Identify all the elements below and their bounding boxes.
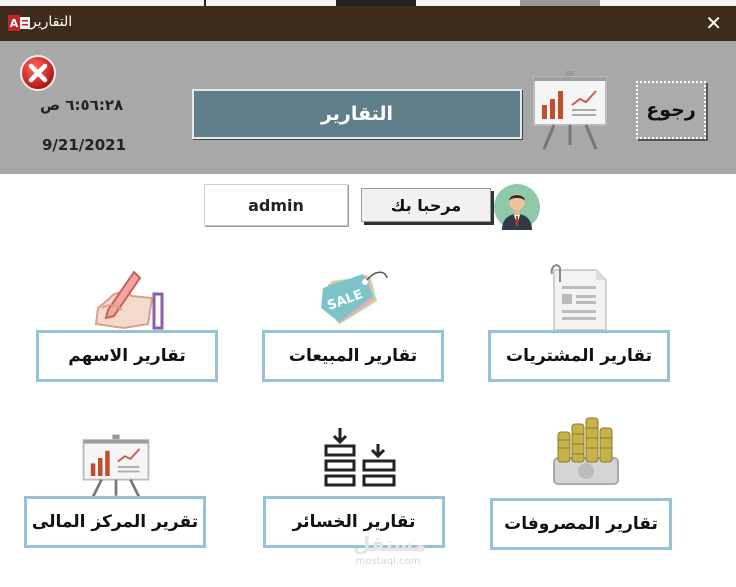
access-app-icon: A	[8, 15, 30, 31]
stacked-bars-arrows-icon	[324, 428, 396, 487]
title-bar: A التقارير ✕	[0, 6, 736, 41]
header-panel: ٦:٥٦:٢٨ ص 9/21/2021 التقارير رجوع	[0, 41, 736, 174]
presentation-chart-icon	[533, 71, 607, 150]
purchases-report-button[interactable]: تقارير المشتريات	[488, 330, 670, 382]
window-title: التقارير	[30, 14, 73, 30]
coin-stacks-money-icon	[553, 417, 619, 485]
svg-text:A: A	[10, 17, 19, 30]
current-date: 9/21/2021	[42, 136, 127, 154]
hand-writing-icon	[94, 270, 164, 330]
expenses-report-button[interactable]: تقارير المصروفات	[490, 498, 672, 550]
user-avatar-icon	[494, 184, 540, 230]
close-icon[interactable]: ✕	[705, 12, 722, 34]
watermark-logo: مستقل	[353, 532, 427, 556]
welcome-label: مرحبا بك	[361, 188, 491, 222]
current-time: ٦:٥٦:٢٨ ص	[40, 96, 124, 114]
sale-tag-icon: SALE	[321, 271, 388, 325]
username-field: admin	[204, 184, 348, 226]
page-title: التقارير	[192, 89, 522, 139]
reports-window: A التقارير ✕ ٦:٥٦:٢٨ ص 9/21/2021 التقاري…	[0, 6, 736, 587]
watermark-url: mostaql.com	[355, 556, 421, 567]
exit-icon[interactable]	[19, 54, 57, 92]
shares-report-button[interactable]: تقارير الاسهم	[36, 330, 218, 382]
sales-report-button[interactable]: تقارير المبيعات	[262, 330, 444, 382]
financial-position-report-button[interactable]: تقرير المركز المالى	[24, 496, 206, 548]
watermark: مستقل mostaql.com	[353, 532, 427, 567]
invoice-document-icon	[550, 264, 607, 331]
back-button[interactable]: رجوع	[636, 81, 706, 139]
presentation-chart-icon	[82, 434, 150, 499]
